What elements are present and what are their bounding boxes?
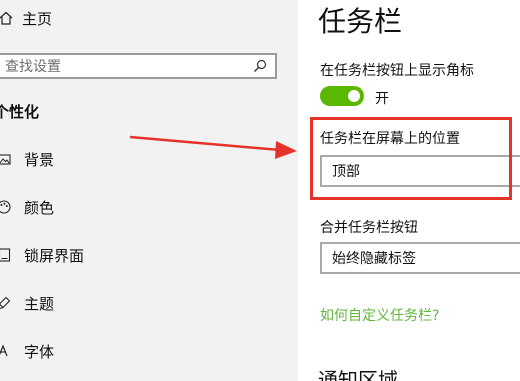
- customize-taskbar-link[interactable]: 如何自定义任务栏?: [320, 305, 439, 325]
- image-icon: [0, 151, 12, 167]
- search-icon[interactable]: [251, 57, 269, 75]
- sidebar-item-background[interactable]: 背景: [0, 144, 54, 174]
- sidebar-item-label: 颜色: [24, 198, 55, 217]
- sidebar-item-lock-screen[interactable]: 锁屏界面: [0, 240, 84, 270]
- badge-toggle-state: 开: [375, 91, 389, 107]
- section-title-personalization: 个性化: [0, 103, 40, 121]
- sidebar-item-home[interactable]: 主页: [0, 6, 52, 30]
- font-icon: [0, 343, 12, 359]
- sidebar-item-label: 主题: [24, 294, 55, 313]
- badge-toggle[interactable]: [320, 86, 364, 106]
- brush-icon: [0, 295, 12, 311]
- home-icon: [0, 10, 14, 26]
- sidebar: 主页 查找设置 个性化 背景 颜色 锁屏界面 主题 字体: [0, 0, 299, 381]
- search-input[interactable]: 查找设置: [0, 53, 277, 79]
- sidebar-item-label: 字体: [24, 342, 55, 361]
- sidebar-item-fonts[interactable]: 字体: [0, 336, 54, 366]
- combine-value: 始终隐藏标签: [332, 251, 416, 267]
- sidebar-item-colors[interactable]: 颜色: [0, 192, 54, 222]
- page-title: 任务栏: [318, 5, 403, 38]
- badge-setting-label: 在任务栏按钮上显示角标: [320, 63, 474, 79]
- combine-label: 合并任务栏按钮: [320, 220, 418, 236]
- palette-icon: [0, 199, 12, 215]
- home-label: 主页: [22, 9, 53, 28]
- annotation-highlight-box: [310, 117, 512, 200]
- sidebar-item-label: 背景: [24, 150, 55, 169]
- sidebar-item-themes[interactable]: 主题: [0, 288, 54, 318]
- combine-dropdown[interactable]: 始终隐藏标签: [320, 242, 520, 274]
- lock-screen-icon: [0, 247, 12, 263]
- sidebar-item-label: 锁屏界面: [24, 246, 85, 265]
- settings-window: 主页 查找设置 个性化 背景 颜色 锁屏界面 主题 字体 任务栏 在任务栏按钮上…: [0, 0, 520, 381]
- search-placeholder: 查找设置: [5, 59, 61, 75]
- toggle-knob: [348, 90, 360, 102]
- notification-area-title: 通知区域: [318, 368, 398, 381]
